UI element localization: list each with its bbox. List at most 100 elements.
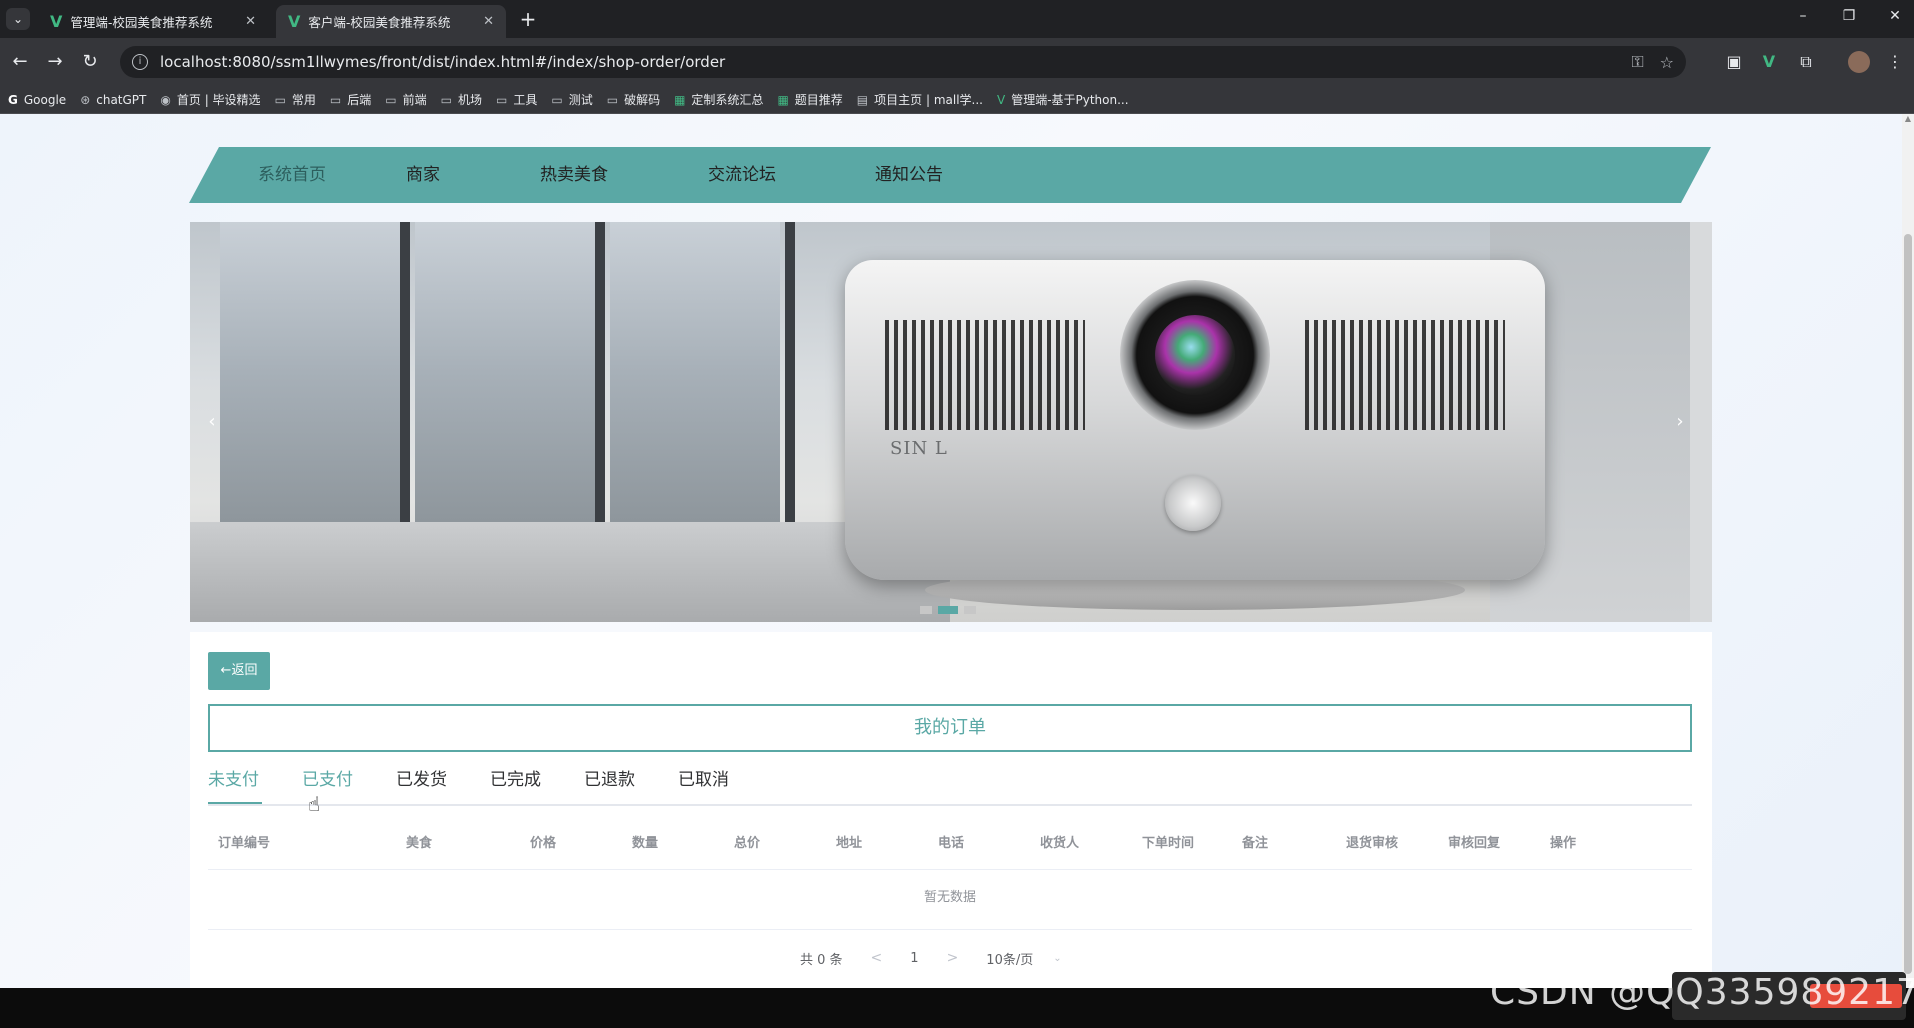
projector-illustration: SIN L (845, 260, 1545, 580)
tab-completed[interactable]: 已完成 (490, 764, 541, 806)
google-icon: G (8, 92, 18, 107)
browser-tabbar: ⌄ V 管理端-校园美食推荐系统 ✕ V 客户端-校园美食推荐系统 ✕ + – … (0, 0, 1914, 38)
folder-icon: ▭ (551, 92, 563, 107)
close-window-icon[interactable]: ✕ (1884, 8, 1906, 24)
carousel-dot[interactable] (920, 606, 932, 614)
sheet-icon: ▦ (777, 92, 789, 107)
pagination-page[interactable]: 1 (910, 951, 918, 966)
minimize-icon[interactable]: – (1792, 8, 1814, 24)
banner-image: SIN L (190, 222, 1690, 622)
site-info-icon[interactable]: i (132, 54, 148, 70)
column-header[interactable]: 收货人 (1040, 818, 1079, 870)
site-icon: ▤ (856, 92, 869, 107)
nav-item-notices[interactable]: 通知公告 (875, 147, 943, 203)
carousel-dot-active[interactable] (938, 606, 958, 614)
bookmark-folder-common[interactable]: ▭ 常用 (275, 91, 316, 108)
page-size-select[interactable]: 10条/页 ⌄ (986, 949, 1061, 968)
page-viewport: 系统首页 商家 热卖美食 交流论坛 通知公告 SIN L ‹ › ←返回 我的订… (0, 114, 1914, 988)
column-header[interactable]: 操作 (1550, 818, 1576, 870)
url-text[interactable]: localhost:8080/ssm1llwymes/front/dist/in… (160, 53, 1615, 71)
tab-refunded[interactable]: 已退款 (584, 764, 635, 806)
pagination-total: 共 0 条 (800, 952, 843, 968)
password-key-icon[interactable]: ⚿ (1631, 52, 1643, 72)
bookmark-folder-airport[interactable]: ▭ 机场 (441, 91, 482, 108)
hand-cursor-icon: ☝ (308, 792, 321, 816)
tab-cancelled[interactable]: 已取消 (678, 764, 729, 806)
bookmark-label: 定制系统汇总 (691, 93, 764, 107)
tab-shipped[interactable]: 已发货 (396, 764, 447, 806)
bookmark-folder-frontend[interactable]: ▭ 前端 (385, 91, 426, 108)
bookmark-label: 项目主页 | mall学... (874, 93, 983, 107)
close-icon[interactable]: ✕ (245, 14, 256, 29)
carousel-dot[interactable] (964, 606, 976, 614)
projector-brand-text: SIN L (890, 438, 948, 459)
close-icon[interactable]: ✕ (483, 14, 494, 29)
column-header[interactable]: 审核回复 (1448, 818, 1500, 870)
tab-unpaid[interactable]: 未支付 (208, 764, 259, 806)
back-arrow-icon[interactable]: ← (8, 50, 32, 74)
nav-item-forum[interactable]: 交流论坛 (708, 147, 776, 203)
url-omnibox[interactable]: i localhost:8080/ssm1llwymes/front/dist/… (120, 46, 1686, 78)
window-pane (220, 222, 400, 522)
bookmark-label: 工具 (513, 93, 538, 107)
forward-arrow-icon[interactable]: → (43, 50, 67, 74)
new-tab-button[interactable]: + (516, 6, 540, 32)
bookmark-folder-test[interactable]: ▭ 测试 (551, 91, 592, 108)
scroll-up-icon[interactable]: ▲ (1904, 114, 1912, 124)
profile-avatar[interactable] (1848, 51, 1870, 73)
pagination-next-icon[interactable]: > (947, 950, 959, 966)
bookmark-google[interactable]: G Google (8, 93, 66, 107)
column-header[interactable]: 电话 (938, 818, 964, 870)
back-button[interactable]: ←返回 (208, 652, 270, 690)
nav-item-home[interactable]: 系统首页 (258, 147, 326, 203)
bookmark-folder-backend[interactable]: ▭ 后端 (330, 91, 371, 108)
bookmark-label: 机场 (457, 93, 482, 107)
extension-box-icon[interactable]: ▣ (1723, 51, 1745, 73)
column-header[interactable]: 美食 (406, 818, 432, 870)
bookmark-project-home[interactable]: ▤ 项目主页 | mall学... (857, 91, 983, 108)
tab-search-button[interactable]: ⌄ (6, 8, 30, 30)
column-header[interactable]: 订单编号 (218, 818, 270, 870)
main-nav: 系统首页 商家 热卖美食 交流论坛 通知公告 (189, 147, 1711, 203)
page-scrollbar[interactable]: ▲ (1902, 114, 1914, 988)
bookmark-label: 管理端-基于Python... (1011, 93, 1129, 107)
column-header[interactable]: 地址 (836, 818, 862, 870)
browser-tab-client[interactable]: V 客户端-校园美食推荐系统 ✕ (276, 5, 506, 38)
pagination-prev-icon[interactable]: < (871, 950, 883, 966)
bookmark-biye[interactable]: ◉ 首页 | 毕设精选 (160, 91, 260, 108)
column-header[interactable]: 下单时间 (1142, 818, 1194, 870)
column-header[interactable]: 备注 (1242, 818, 1268, 870)
window-frame (400, 222, 410, 552)
speaker-grille (1305, 320, 1505, 430)
carousel-prev-icon[interactable]: ‹ (200, 407, 224, 437)
bookmark-custom-systems[interactable]: ▦ 定制系统汇总 (674, 91, 763, 108)
bookmark-star-icon[interactable]: ☆ (1660, 53, 1674, 72)
bookmark-chatgpt[interactable]: ⊛ chatGPT (80, 93, 146, 107)
bookmark-topic-recommend[interactable]: ▦ 题目推荐 (777, 91, 842, 108)
window-pane (415, 222, 595, 522)
column-header[interactable]: 退货审核 (1346, 818, 1398, 870)
chatgpt-icon: ⊛ (80, 92, 91, 107)
nav-item-hot-food[interactable]: 热卖美食 (540, 147, 608, 203)
bookmark-label: 首页 | 毕设精选 (176, 93, 261, 107)
carousel-next-icon[interactable]: › (1668, 407, 1692, 437)
bookmark-admin-python[interactable]: V 管理端-基于Python... (997, 91, 1129, 108)
extensions-puzzle-icon[interactable]: ⧉ (1795, 51, 1817, 73)
bookmark-folder-crack[interactable]: ▭ 破解码 (607, 91, 660, 108)
restore-icon[interactable]: ❐ (1838, 8, 1860, 24)
vue-devtools-icon[interactable]: V (1758, 51, 1780, 73)
active-tab-indicator (208, 802, 262, 804)
nav-item-merchants[interactable]: 商家 (406, 147, 440, 203)
column-header[interactable]: 总价 (734, 818, 760, 870)
watermark-text: CSDN @QQ3359892174 (1490, 972, 1914, 1013)
reload-icon[interactable]: ↻ (78, 50, 102, 74)
vue-icon: V (996, 92, 1006, 107)
more-menu-icon[interactable]: ⋮ (1884, 51, 1906, 73)
column-header[interactable]: 价格 (530, 818, 556, 870)
bookmark-folder-tools[interactable]: ▭ 工具 (496, 91, 537, 108)
browser-tab-admin[interactable]: V 管理端-校园美食推荐系统 ✕ (38, 5, 268, 38)
bookmark-label: Google (23, 92, 67, 107)
banner-carousel[interactable]: SIN L ‹ › (190, 222, 1712, 622)
column-header[interactable]: 数量 (632, 818, 658, 870)
scrollbar-thumb[interactable] (1904, 234, 1912, 974)
